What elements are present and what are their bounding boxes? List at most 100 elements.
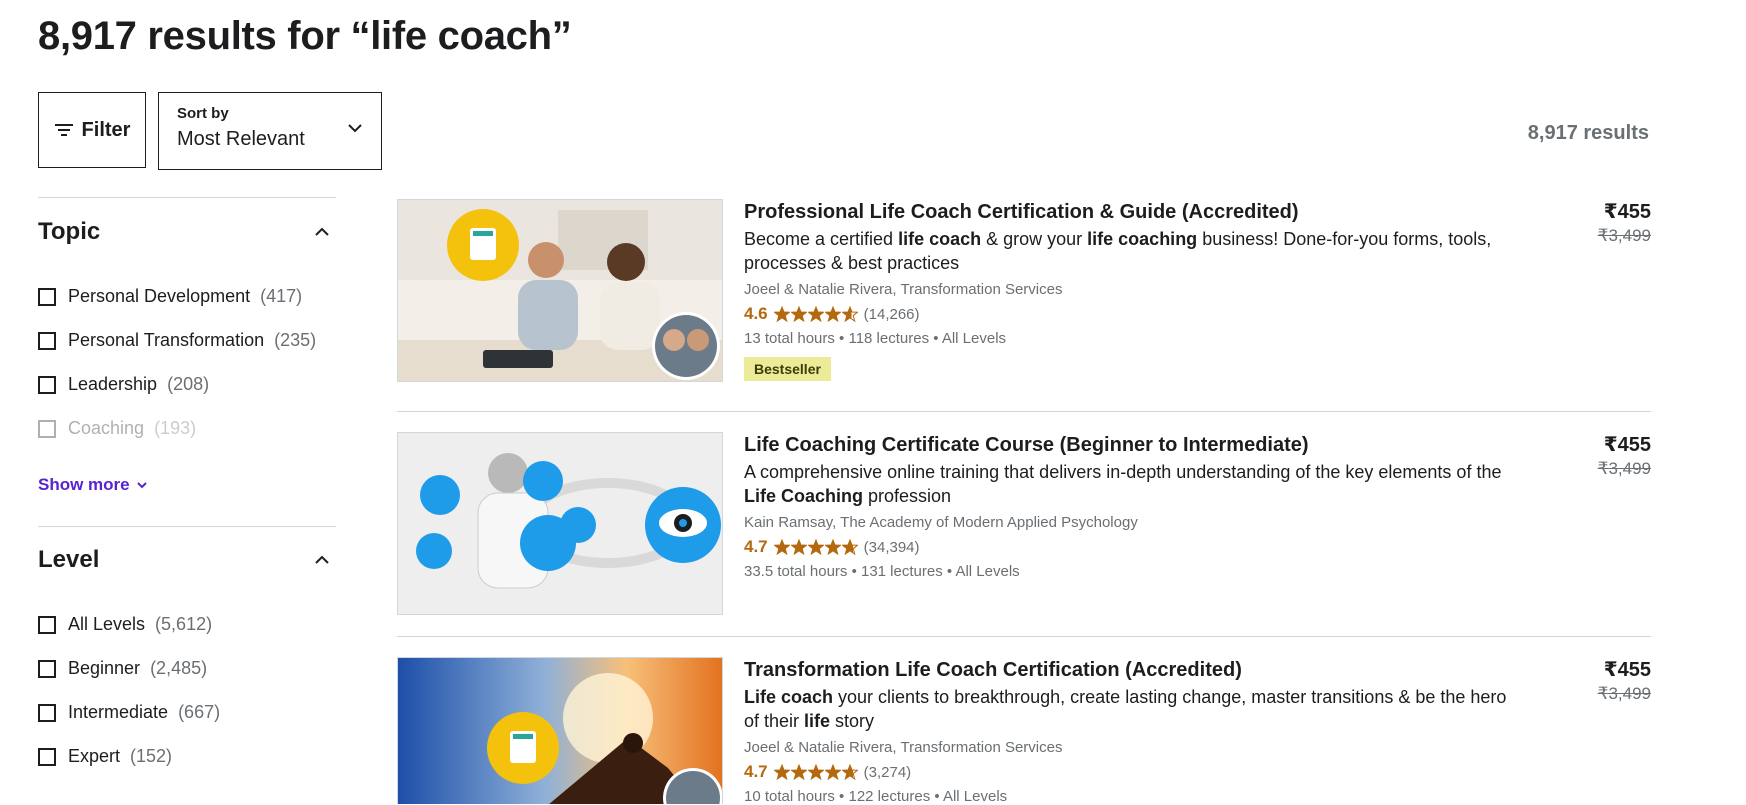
topic-count: (417) — [260, 286, 303, 306]
original-price: ₹3,499 — [1597, 226, 1651, 245]
star-icon — [807, 539, 824, 555]
desc-highlight: life coaching — [1087, 229, 1198, 249]
checkbox[interactable] — [38, 331, 56, 350]
topic-option[interactable]: Personal Transformation (235) — [38, 330, 316, 351]
chevron-down-icon — [136, 482, 147, 489]
star-rating — [773, 539, 858, 555]
star-icon — [790, 539, 807, 555]
checkbox[interactable] — [38, 419, 56, 438]
sort-value: Most Relevant — [177, 128, 305, 150]
show-more-label: Show more — [38, 475, 130, 494]
course-thumbnail[interactable] — [397, 657, 723, 804]
level-option[interactable]: Expert (152) — [38, 746, 172, 767]
star-rating — [773, 764, 858, 780]
course-instructor: Joeel & Natalie Rivera, Transformation S… — [744, 739, 1063, 756]
level-label: Intermediate — [68, 702, 169, 722]
course-thumbnail[interactable] — [397, 432, 723, 615]
star-icon — [790, 764, 807, 780]
desc-highlight: Life coach — [744, 687, 834, 707]
review-count: (14,266) — [863, 305, 920, 323]
desc-text: Become a certified — [744, 229, 899, 249]
rating-value: 4.7 — [744, 762, 768, 781]
topic-count: (193) — [154, 418, 197, 438]
course-card[interactable]: Transformation Life Coach Certification … — [397, 657, 1651, 805]
chevron-up-icon[interactable] — [312, 222, 332, 242]
original-price: ₹3,499 — [1597, 459, 1651, 478]
current-price: ₹455 — [1603, 659, 1651, 681]
desc-highlight: Life Coaching — [744, 486, 864, 506]
course-instructor: Kain Ramsay, The Academy of Modern Appli… — [744, 514, 1138, 531]
rating-row: 4.7 (3,274) — [744, 762, 1524, 782]
topic-option[interactable]: Leadership (208) — [38, 374, 209, 395]
page-title: 8,917 results for “life coach” — [38, 14, 572, 58]
course-image — [398, 433, 722, 614]
show-more-link[interactable]: Show more — [38, 475, 148, 495]
topic-label: Coaching — [68, 418, 145, 438]
desc-highlight: life coach — [898, 229, 982, 249]
sort-label: Sort by — [177, 105, 229, 122]
sort-select[interactable]: Sort by Most Relevant — [158, 92, 382, 170]
desc-highlight: life — [804, 711, 831, 731]
topic-label: Personal Development — [68, 286, 251, 306]
level-option[interactable]: Beginner (2,485) — [38, 658, 207, 679]
level-section-title: Level — [38, 546, 100, 573]
star-icon — [773, 764, 790, 780]
filter-icon — [54, 124, 73, 136]
rating-row: 4.7 (34,394) — [744, 537, 1524, 557]
course-description: A comprehensive online training that del… — [744, 460, 1524, 508]
chevron-up-icon[interactable] — [312, 550, 332, 570]
topic-label: Personal Transformation — [68, 330, 265, 350]
star-icon — [790, 306, 807, 322]
level-count: (2,485) — [150, 658, 208, 678]
topic-option[interactable]: Coaching (193) — [38, 418, 196, 439]
checkbox[interactable] — [38, 703, 56, 722]
topic-count: (208) — [167, 374, 210, 394]
current-price: ₹455 — [1603, 201, 1651, 223]
course-thumbnail[interactable] — [397, 199, 723, 382]
price-block: ₹455 ₹3,499 — [1598, 657, 1651, 704]
sidebar-divider — [38, 526, 336, 527]
course-instructor: Joeel & Natalie Rivera, Transformation S… — [744, 281, 1063, 298]
level-option[interactable]: Intermediate (667) — [38, 702, 220, 723]
star-rating — [773, 306, 858, 322]
level-count: (667) — [178, 702, 221, 722]
level-label: Expert — [68, 746, 121, 766]
course-image — [398, 200, 722, 381]
course-title[interactable]: Life Coaching Certificate Course (Beginn… — [744, 432, 1524, 458]
course-description: Become a certified life coach & grow you… — [744, 227, 1524, 275]
course-card[interactable]: Life Coaching Certificate Course (Beginn… — [397, 432, 1651, 622]
checkbox[interactable] — [38, 287, 56, 306]
star-icon — [773, 306, 790, 322]
price-block: ₹455 ₹3,499 — [1598, 199, 1651, 246]
row-divider — [397, 636, 1651, 637]
star-icon — [824, 764, 841, 780]
star-icon — [824, 539, 841, 555]
star-icon — [807, 764, 824, 780]
course-title[interactable]: Transformation Life Coach Certification … — [744, 657, 1524, 683]
checkbox[interactable] — [38, 659, 56, 678]
filter-button[interactable]: Filter — [38, 92, 146, 168]
rating-value: 4.7 — [744, 537, 768, 556]
star-icon — [807, 306, 824, 322]
course-title[interactable]: Professional Life Coach Certification & … — [744, 199, 1524, 225]
desc-text: & grow your — [981, 229, 1088, 249]
review-count: (34,394) — [863, 538, 920, 556]
level-count: (152) — [130, 746, 173, 766]
star-icon — [824, 306, 841, 322]
checkbox[interactable] — [38, 375, 56, 394]
level-count: (5,612) — [155, 614, 213, 634]
star-icon — [841, 764, 858, 780]
desc-text: A comprehensive online training that del… — [744, 462, 1502, 482]
chevron-down-icon — [348, 124, 362, 133]
checkbox[interactable] — [38, 747, 56, 766]
course-card[interactable]: Professional Life Coach Certification & … — [397, 199, 1651, 389]
level-label: Beginner — [68, 658, 141, 678]
level-option[interactable]: All Levels (5,612) — [38, 614, 212, 635]
current-price: ₹455 — [1603, 434, 1651, 456]
row-divider — [397, 411, 1651, 412]
star-icon — [773, 539, 790, 555]
star-icon — [841, 539, 858, 555]
topic-label: Leadership — [68, 374, 158, 394]
topic-option[interactable]: Personal Development (417) — [38, 286, 302, 307]
checkbox[interactable] — [38, 615, 56, 634]
